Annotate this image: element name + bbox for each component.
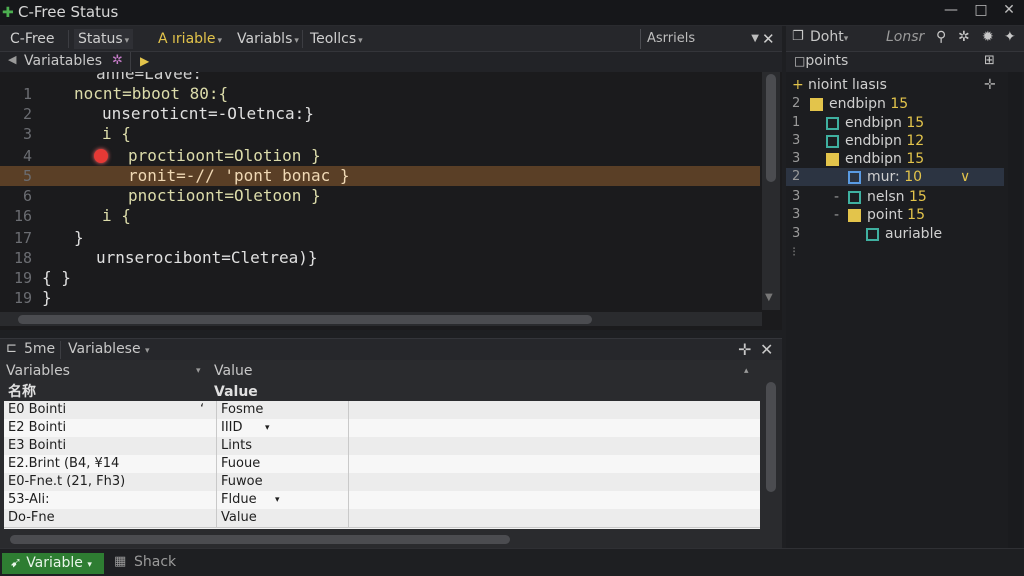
tree-item[interactable]: 3 endbipn 15 (786, 150, 1004, 168)
add-icon[interactable]: ✛ (984, 76, 996, 94)
code-partial-line: ânne=Lavee: (96, 72, 202, 83)
breakpoint-icon[interactable] (94, 149, 108, 163)
code-line[interactable]: 17} (0, 228, 760, 248)
code-line[interactable]: 4 proctioont=Olotion } (0, 146, 760, 166)
right-panel-subheader: □points ⊞ (786, 52, 1024, 72)
tree-scrollbar[interactable] (1008, 72, 1022, 576)
table-row[interactable]: E0-Fne.t (21, Fh3) Fuwoe (4, 473, 760, 492)
minimize-button[interactable]: — (940, 2, 962, 18)
search-icon[interactable]: ⚲ (936, 29, 946, 45)
panel-icon: ⊏ (6, 341, 17, 356)
grid-icon: ▦ (114, 554, 127, 569)
tab-doht[interactable]: Doht▾ (810, 29, 848, 45)
grid-subheader: 名称 Value (8, 384, 258, 400)
points-label[interactable]: □points (794, 53, 848, 69)
tree-item[interactable]: 2 endbipn 15 (786, 95, 1004, 113)
stack-tab[interactable]: Shack (134, 554, 176, 570)
code-line[interactable]: 18 urnserocibont=Cletrea)} (0, 248, 760, 268)
table-row[interactable]: 53-Ali: Fldue ▾ (4, 491, 760, 510)
table-row[interactable]: E2 Bointi IIID ▾ (4, 419, 760, 438)
column-header-value[interactable]: Value (214, 361, 252, 381)
grid-header: Variables ▾ Value ▴ (6, 361, 749, 381)
tree-end: ⁝ (792, 245, 797, 260)
pointer-icon: ➹ (10, 555, 22, 571)
tab-variatables[interactable]: Variatables (24, 53, 102, 69)
toolbar-variable-button[interactable]: A ıriable ▾ (154, 29, 226, 49)
breakpoint-marker-icon (826, 134, 839, 148)
pin-icon[interactable]: ✦ (1004, 29, 1016, 45)
code-line[interactable]: 6 pnoctioont=Oletoon } (0, 186, 760, 206)
layout-icon[interactable]: ⊞ (984, 53, 995, 68)
debug-icon[interactable]: ✹ (982, 29, 994, 45)
tree-item[interactable]: 3- point 15 (786, 206, 1004, 224)
code-line-highlighted[interactable]: 5 ronit=-// 'pont bonac } (0, 166, 760, 186)
close-panel-button[interactable]: ✕ (758, 29, 779, 49)
status-bar: ➹ Variable ▾ ▦ Shack (0, 548, 1024, 576)
window-title: C-Free Status (18, 3, 119, 21)
table-row[interactable]: E3 Bointi Lints (4, 437, 760, 456)
title-bar: ✚ C-Free Status — □ ✕ (0, 0, 1024, 26)
toolbar-variables-button[interactable]: Variabls ▾ (233, 29, 303, 49)
right-panel-header: ❐ Doht▾ Lonsr ⚲ ✲ ✹ ✦ (786, 26, 1024, 52)
close-window-button[interactable]: ✕ (998, 2, 1020, 18)
table-row[interactable]: E0 Bointi ʻ Fosme (4, 401, 760, 420)
code-line[interactable]: 2 unseroticnt=-Oletnca:} (0, 104, 760, 124)
tree-root[interactable]: + nioint lıasıs ✛ (786, 76, 1004, 94)
breakpoint-marker-icon (866, 227, 879, 241)
code-line[interactable]: 19} (0, 288, 760, 308)
code-line[interactable]: 3i { (0, 124, 760, 144)
grid-horizontal-scrollbar[interactable] (0, 532, 762, 546)
column-header-variables[interactable]: Variables (6, 361, 70, 381)
editor-tab-strip: ◀ Variatables ✲ ▶ (0, 52, 782, 72)
variables-grid: Variables ▾ Value ▴ 名称 Value E0 Bointi ʻ F… (0, 360, 782, 548)
breakpoint-marker-icon (826, 152, 839, 166)
run-icon[interactable]: ▶ (140, 54, 149, 68)
maximize-button[interactable]: □ (970, 2, 992, 18)
tree-item[interactable]: 1 endbipn 15 (786, 114, 1004, 132)
toolbar-status-button[interactable]: Status ▾ (74, 29, 134, 49)
breakpoint-marker-icon (848, 190, 861, 204)
modified-marker-icon: ✲ (112, 53, 123, 68)
tree-item[interactable]: 3- nelsn 15 (786, 188, 1004, 206)
tab-lonsr[interactable]: Lonsr (886, 29, 924, 45)
breakpoint-marker-icon (848, 208, 861, 222)
toolbar-cfree-button[interactable]: C-Free (6, 29, 59, 49)
table-row[interactable]: Do-Fne Value (4, 509, 760, 528)
breakpoint-marker-icon (848, 170, 861, 184)
grid-vertical-scrollbar[interactable] (762, 380, 780, 548)
app-logo-icon: ✚ (2, 5, 14, 21)
chevron-left-icon[interactable]: ◀ (8, 53, 16, 66)
editor-horizontal-scrollbar[interactable] (0, 312, 762, 326)
code-editor[interactable]: ânne=Lavee: 1 nocnt=bboot 80:{ 2 unserotic… (0, 72, 782, 330)
folder-icon: ❐ (792, 29, 804, 44)
tree-item[interactable]: 3 endbipn 12 (786, 132, 1004, 150)
variables-panel-header: ⊏ 5me Variablese ▾ ✛ ✕ (0, 338, 782, 360)
search-combo[interactable]: Asrriels ▼ (640, 29, 763, 49)
breakpoint-marker-icon (826, 116, 839, 130)
toolbar-tools-button[interactable]: Teollcs ▾ (306, 29, 367, 49)
code-line[interactable]: 19{ } (0, 268, 760, 288)
editor-vertical-scrollbar[interactable]: ▼ (762, 72, 780, 310)
table-row[interactable]: E2.Brint (B4, ¥14 Fuoue (4, 455, 760, 474)
main-toolbar: C-Free Status ▾ A ıriable ▾ Variabls ▾ Teol… (0, 26, 782, 52)
close-icon[interactable]: ✕ (760, 340, 773, 359)
tree-item-selected[interactable]: 2 mur: 10 ∨ (786, 168, 1004, 186)
variable-status-button[interactable]: ➹ Variable ▾ (2, 553, 104, 574)
code-line[interactable]: 1 nocnt=bboot 80:{ (0, 84, 760, 104)
code-line[interactable]: 16 i { (0, 206, 760, 226)
pin-panel-icon[interactable]: ✛ (738, 340, 751, 359)
tree-item[interactable]: 3 auriable (786, 225, 1004, 243)
tab-variablese[interactable]: Variablese ▾ (68, 341, 150, 357)
tab-5me[interactable]: 5me (24, 341, 55, 357)
settings-icon[interactable]: ✲ (958, 29, 970, 45)
breakpoint-marker-icon (810, 97, 823, 111)
breakpoint-tree: + nioint lıasıs ✛ 2 endbipn 15 1 endbipn 1… (786, 72, 1024, 576)
